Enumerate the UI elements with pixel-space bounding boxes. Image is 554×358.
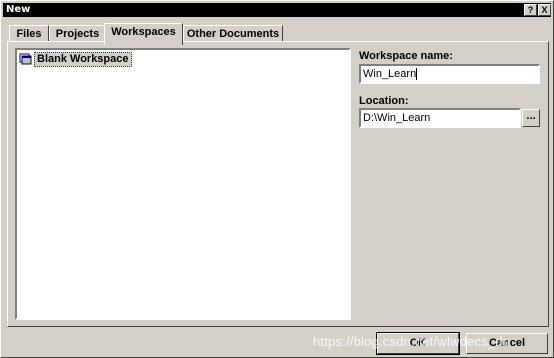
location-label: Location: bbox=[359, 95, 409, 107]
list-item[interactable]: Blank Workspace bbox=[19, 51, 132, 67]
help-button[interactable]: ? bbox=[524, 4, 537, 16]
help-icon: ? bbox=[527, 5, 534, 15]
browse-button[interactable]: ... bbox=[522, 109, 540, 127]
new-dialog: New ? X Files Projects Workspaces Other … bbox=[0, 0, 554, 358]
blank-workspace-icon bbox=[19, 53, 32, 65]
workspaces-panel: Blank Workspace Workspace name: Win_Lear… bbox=[7, 41, 549, 327]
watermark-text: https://blog.csdn.net/wlwdecs_dn bbox=[313, 334, 511, 349]
workspace-name-value: Win_Learn bbox=[363, 68, 417, 80]
workspace-type-list[interactable]: Blank Workspace bbox=[15, 48, 351, 320]
workspace-name-input[interactable]: Win_Learn bbox=[359, 64, 540, 84]
list-item-label: Blank Workspace bbox=[34, 51, 132, 67]
location-value: D:\Win_Learn bbox=[363, 112, 431, 124]
location-input[interactable]: D:\Win_Learn bbox=[359, 108, 521, 128]
text-caret bbox=[416, 68, 418, 81]
title-bar[interactable]: New bbox=[3, 3, 551, 17]
close-icon: X bbox=[541, 5, 548, 15]
tab-workspaces[interactable]: Workspaces bbox=[104, 23, 183, 45]
workspace-name-label: Workspace name: bbox=[359, 50, 453, 62]
close-button[interactable]: X bbox=[538, 4, 551, 16]
window-title: New bbox=[6, 4, 31, 15]
